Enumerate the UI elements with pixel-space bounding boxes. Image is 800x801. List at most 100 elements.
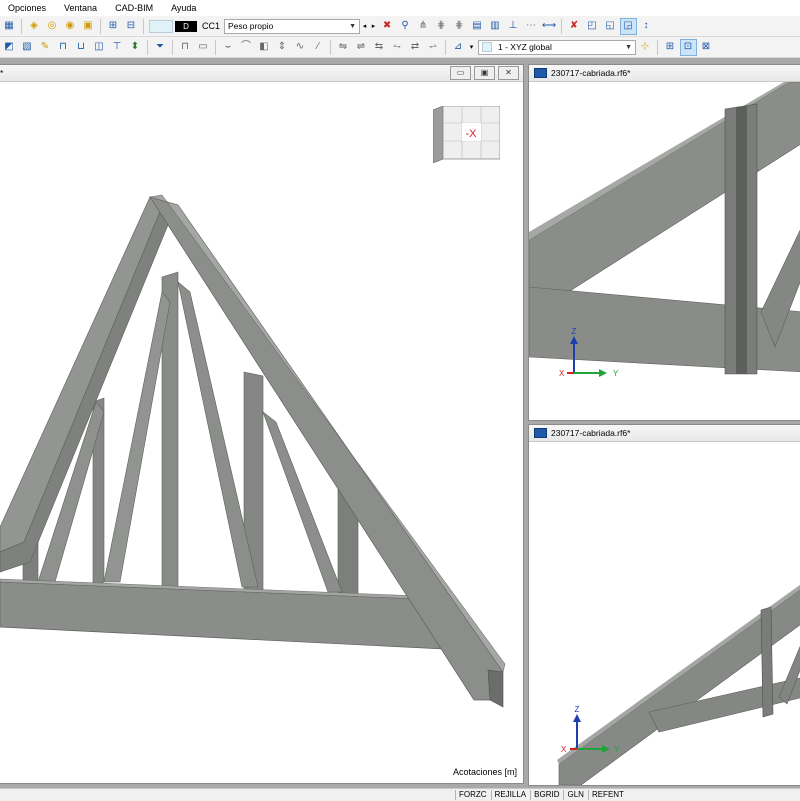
load-case-color: [149, 19, 173, 33]
filter-funnel-icon[interactable]: ⏷: [153, 40, 168, 55]
delete-icon[interactable]: ✘: [567, 19, 582, 34]
eccentric-icon[interactable]: ⇆: [372, 40, 387, 55]
render-icon[interactable]: ⋕: [434, 19, 449, 34]
menu-opciones[interactable]: Opciones: [0, 0, 55, 16]
load-case-dropdown[interactable]: Peso propio ▼: [224, 18, 361, 34]
rib-icon[interactable]: ⥊: [390, 40, 405, 55]
close-button[interactable]: ✕: [498, 66, 519, 80]
snap-grid-icon[interactable]: ⊠: [699, 40, 714, 55]
status-bgrid[interactable]: BGRID: [530, 790, 562, 800]
front-view-icon[interactable]: ◱: [603, 19, 618, 34]
ucs-icon[interactable]: ⊹: [638, 40, 653, 55]
grid-toggle-icon[interactable]: ⊞: [663, 40, 678, 55]
bottom-right-window-title: 230717-cabriada.rf6: [551, 428, 628, 438]
prev-load-case-icon[interactable]: ◂: [360, 22, 369, 30]
line-icon[interactable]: ⌣: [221, 40, 236, 55]
bottom-right-viewport[interactable]: Z Y X: [529, 442, 800, 785]
truss-detail-view: Z Y X: [529, 82, 800, 378]
node-icon[interactable]: ◈: [27, 19, 42, 34]
coord-icon[interactable]: ⥋: [426, 40, 441, 55]
bottom-right-window-titlebar[interactable]: 230717-cabriada.rf6 *: [529, 425, 800, 442]
display-icon[interactable]: ◩: [2, 40, 17, 55]
status-gln[interactable]: GLN: [563, 790, 586, 800]
bottom-right-view-window[interactable]: 230717-cabriada.rf6 * Z Y X: [528, 424, 800, 786]
model-icon[interactable]: ▥: [488, 19, 503, 34]
grid-icon[interactable]: ⊔: [74, 40, 89, 55]
node-arrow-icon[interactable]: ⇕: [275, 40, 290, 55]
axis-y-label: Y: [614, 745, 620, 754]
main-window-titlebar[interactable]: * ▭ ▣ ✕: [0, 65, 523, 82]
main-viewport[interactable]: -X Acotaciones [m]: [0, 82, 523, 783]
workspace: * ▭ ▣ ✕ -X Acotaciones [m] 230717-cabria…: [0, 58, 800, 788]
axis-z-label: Z: [575, 705, 580, 714]
minimize-button[interactable]: ▭: [450, 66, 471, 80]
post-side: [760, 606, 774, 718]
chevron-down-icon: ▼: [625, 43, 632, 51]
toolbar-separator: [143, 18, 144, 34]
solid-icon[interactable]: ◉: [63, 19, 78, 34]
calc-icon[interactable]: ▦: [2, 19, 17, 34]
iso-view-icon[interactable]: ◰: [585, 19, 600, 34]
post-closeup-flange: [736, 106, 747, 374]
zoom-icon[interactable]: ⊞: [106, 19, 121, 34]
status-forzc[interactable]: FORZC: [455, 790, 490, 800]
window-controls: ▭ ▣ ✕: [447, 66, 519, 80]
member-icon[interactable]: ◎: [45, 19, 60, 34]
grid-dim-icon[interactable]: ⋯: [524, 19, 539, 34]
menu-ventana[interactable]: Ventana: [55, 0, 106, 16]
status-refent[interactable]: REFENT: [587, 790, 627, 800]
spline-icon[interactable]: ∿: [293, 40, 308, 55]
support-icon[interactable]: ⊥: [506, 19, 521, 34]
opening-icon[interactable]: ⇄: [408, 40, 423, 55]
surface-icon[interactable]: ▣: [81, 19, 96, 34]
cube-face-label: -X: [466, 128, 478, 140]
load-case-code: D: [175, 20, 197, 32]
coordinate-system-icon[interactable]: ⊿: [451, 40, 466, 55]
box-icon[interactable]: ▤: [470, 19, 485, 34]
top-right-viewport[interactable]: Z Y X: [529, 82, 800, 420]
toolbar-separator: [215, 39, 216, 55]
menu-cad-bim[interactable]: CAD-BIM: [106, 0, 162, 16]
main-view-window[interactable]: * ▭ ▣ ✕ -X Acotaciones [m]: [0, 64, 524, 784]
main-window-modified-marker: *: [0, 68, 4, 78]
slash-icon[interactable]: ⁄: [311, 40, 326, 55]
wireframe-icon[interactable]: ⊡: [679, 38, 697, 56]
arc-icon[interactable]: ⌒: [239, 40, 254, 55]
layer-icon[interactable]: ▧: [20, 40, 35, 55]
next-load-case-icon[interactable]: ▸: [369, 22, 378, 30]
top-right-view-window[interactable]: 230717-cabriada.rf6 * Z Y X: [528, 64, 800, 421]
window-icon[interactable]: ▭: [196, 40, 211, 55]
select-icon[interactable]: ✎: [38, 40, 53, 55]
frame-icon[interactable]: ⊓: [178, 40, 193, 55]
solid-view-icon[interactable]: ◧: [257, 40, 272, 55]
toolbar-separator: [21, 18, 22, 34]
hinge-icon[interactable]: ⇌: [354, 40, 369, 55]
view-icon[interactable]: ⋕: [452, 19, 467, 34]
snap-icon[interactable]: ⊓: [56, 40, 71, 55]
coord-system-dropdown[interactable]: 1 - XYZ global ▼: [478, 39, 636, 55]
toolbar-separator: [657, 39, 658, 55]
navigation-cube[interactable]: -X: [433, 106, 500, 163]
chevron-down-icon[interactable]: ▾: [467, 43, 476, 51]
filter-icon[interactable]: ⋔: [416, 19, 431, 34]
tree-icon[interactable]: ⊤: [110, 40, 125, 55]
section-icon[interactable]: ⚲: [398, 19, 413, 34]
toolbar-separator: [330, 39, 331, 55]
cube-icon[interactable]: ◫: [92, 40, 107, 55]
member-set-icon[interactable]: ⇋: [336, 40, 351, 55]
bottom-right-modified-marker: *: [627, 428, 631, 438]
menu-ayuda[interactable]: Ayuda: [162, 0, 205, 16]
toolbar-separator: [561, 18, 563, 34]
measure-icon[interactable]: ⟷: [542, 19, 557, 34]
status-rejilla[interactable]: REJILLA: [490, 790, 530, 800]
top-right-window-titlebar[interactable]: 230717-cabriada.rf6 *: [529, 65, 800, 82]
perspective-view-icon[interactable]: ◲: [619, 17, 637, 35]
results-icon[interactable]: ✖: [380, 19, 395, 34]
toolbar-separator: [147, 39, 148, 55]
toolbar-separator: [100, 18, 101, 34]
axis-icon[interactable]: ↕: [639, 19, 654, 34]
right-rafter-end: [487, 669, 504, 708]
load-icon[interactable]: ⬍: [128, 40, 143, 55]
dim-icon[interactable]: ⊟: [124, 19, 139, 34]
restore-button[interactable]: ▣: [474, 66, 495, 80]
